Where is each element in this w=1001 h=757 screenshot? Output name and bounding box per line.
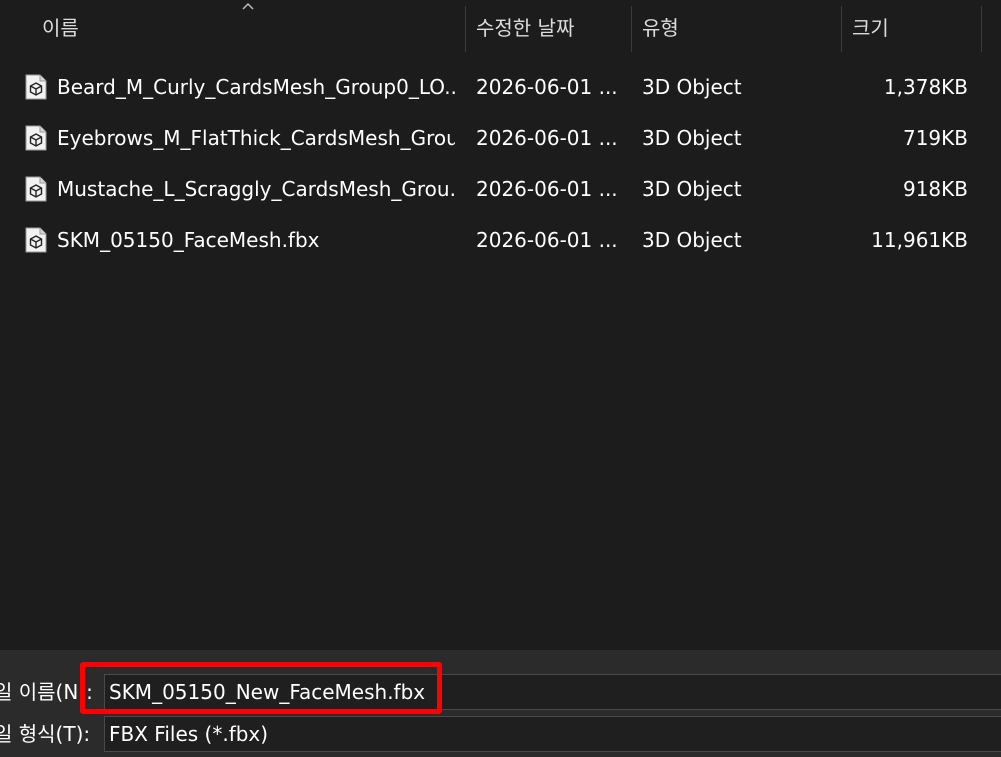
3d-object-file-icon [25, 227, 47, 253]
file-modified: 2026-06-01 ... [476, 177, 618, 201]
file-size: 719KB [902, 126, 968, 150]
column-divider[interactable] [465, 6, 466, 52]
file-size: 1,378KB [883, 75, 968, 99]
file-name: Beard_M_Curly_CardsMesh_Group0_LO... [57, 75, 455, 99]
column-header-size[interactable]: 크기 [852, 0, 972, 52]
filetype-select[interactable] [104, 716, 1001, 752]
column-divider[interactable] [631, 6, 632, 52]
filetype-label: 일 형식(T): [0, 722, 91, 746]
file-size: 11,961KB [871, 228, 968, 252]
file-row[interactable]: SKM_05150_FaceMesh.fbx 2026-06-01 ... 3D… [0, 215, 1001, 266]
file-type: 3D Object [642, 177, 742, 201]
column-divider[interactable] [841, 6, 842, 52]
3d-object-file-icon [25, 176, 47, 202]
save-options-panel: 일 이름(N): 일 형식(T): [0, 650, 1001, 757]
file-row[interactable]: Beard_M_Curly_CardsMesh_Group0_LO... 202… [0, 62, 1001, 113]
file-name: Eyebrows_M_FlatThick_CardsMesh_Grou... [57, 126, 455, 150]
file-type: 3D Object [642, 228, 742, 252]
filename-input[interactable] [104, 674, 1001, 710]
filename-label: 일 이름(N): [0, 680, 93, 704]
file-row[interactable]: Eyebrows_M_FlatThick_CardsMesh_Grou... 2… [0, 113, 1001, 164]
file-row[interactable]: Mustache_L_Scraggly_CardsMesh_Grou... 20… [0, 164, 1001, 215]
3d-object-file-icon [25, 125, 47, 151]
file-size: 918KB [902, 177, 968, 201]
file-modified: 2026-06-01 ... [476, 228, 618, 252]
column-header: 이름 수정한 날짜 유형 크기 [0, 0, 1001, 52]
column-header-modified[interactable]: 수정한 날짜 [476, 0, 626, 52]
column-header-name[interactable]: 이름 [42, 0, 462, 52]
3d-object-file-icon [25, 74, 47, 100]
file-name: SKM_05150_FaceMesh.fbx [57, 228, 320, 252]
file-type: 3D Object [642, 126, 742, 150]
file-modified: 2026-06-01 ... [476, 126, 618, 150]
column-header-type[interactable]: 유형 [642, 0, 832, 52]
file-type: 3D Object [642, 75, 742, 99]
file-list: 이름 수정한 날짜 유형 크기 Beard_M_Curly_CardsMesh_… [0, 0, 1001, 650]
column-divider[interactable] [981, 6, 982, 52]
file-modified: 2026-06-01 ... [476, 75, 618, 99]
file-name: Mustache_L_Scraggly_CardsMesh_Grou... [57, 177, 455, 201]
